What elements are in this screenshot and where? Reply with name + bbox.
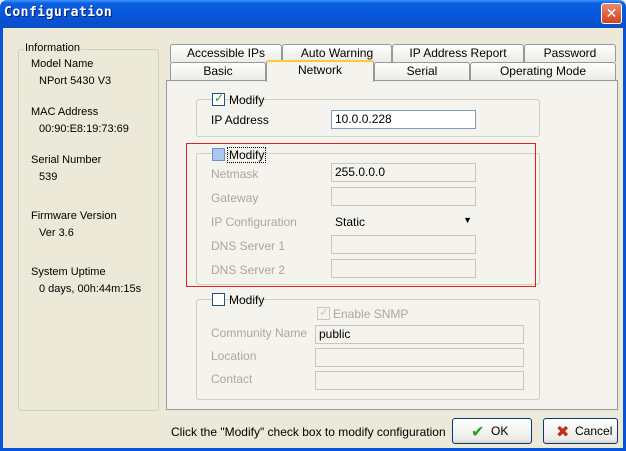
model-name-value: NPort 5430 V3 [39,75,112,87]
snmp-modify-checkbox[interactable] [212,293,225,306]
ip-address-label: IP Address [211,113,269,127]
serial-number-label: Serial Number [31,154,102,166]
serial-number-value: 539 [39,171,58,183]
community-name-label: Community Name [211,326,308,340]
system-uptime-label: System Uptime [31,266,106,278]
gateway-input[interactable] [331,187,476,206]
ip-configuration-label: IP Configuration [211,215,297,229]
gateway-label: Gateway [211,191,259,205]
ip-configuration-value: Static [335,215,366,229]
dns-server-2-label: DNS Server 2 [211,263,286,277]
tab-basic[interactable]: Basic [170,62,266,80]
information-title: Information [24,42,82,54]
ip-address-input[interactable]: 10.0.0.228 [331,110,476,129]
dns-server-1-label: DNS Server 1 [211,239,286,253]
window-title: Configuration [4,5,113,20]
ip-modify-checkbox[interactable] [212,91,225,106]
firmware-version-value: Ver 3.6 [39,227,74,239]
tab-accessible-ips[interactable]: Accessible IPs [170,44,282,62]
netmask-input[interactable]: 255.0.0.0 [331,163,476,182]
community-name-input[interactable]: public [315,325,524,344]
mac-address-value: 00:90:E8:19:73:69 [39,123,129,135]
contact-label: Contact [211,372,253,386]
tab-network[interactable]: Network [266,60,374,82]
firmware-version-label: Firmware Version [31,210,117,222]
tab-password[interactable]: Password [524,44,616,62]
checkmark-icon: ✔ [471,424,485,441]
network-modify-label: Modify [227,147,267,163]
ip-modify-label: Modify [229,93,265,107]
ip-configuration-select[interactable]: Static ▼ [335,215,476,229]
model-name-label: Model Name [31,58,94,70]
tab-operating-mode[interactable]: Operating Mode [470,62,616,80]
title-bar: Configuration ✕ [0,0,626,28]
enable-snmp-checkbox[interactable] [317,305,330,320]
dropdown-arrow-icon: ▼ [463,215,472,225]
netmask-label: Netmask [211,167,259,181]
cancel-button[interactable]: ✖ Cancel [543,418,618,444]
network-modify-checkbox[interactable] [212,148,225,161]
location-input[interactable] [315,348,524,367]
tab-serial[interactable]: Serial [374,62,470,80]
enable-snmp-label: Enable SNMP [333,307,409,321]
contact-input[interactable] [315,371,524,390]
system-uptime-value: 0 days, 00h:44m:15s [39,283,142,295]
location-label: Location [211,349,257,363]
snmp-modify-label: Modify [229,293,265,307]
ok-button[interactable]: ✔ OK [452,418,532,444]
close-icon: ✕ [605,5,618,21]
close-button[interactable]: ✕ [601,3,622,24]
dns-server-2-input[interactable] [331,259,476,278]
tab-ip-address-report[interactable]: IP Address Report [392,44,524,62]
dns-server-1-input[interactable] [331,235,476,254]
cancel-x-icon: ✖ [556,424,570,441]
mac-address-label: MAC Address [31,106,99,118]
status-message: Click the "Modify" check box to modify c… [171,425,446,439]
